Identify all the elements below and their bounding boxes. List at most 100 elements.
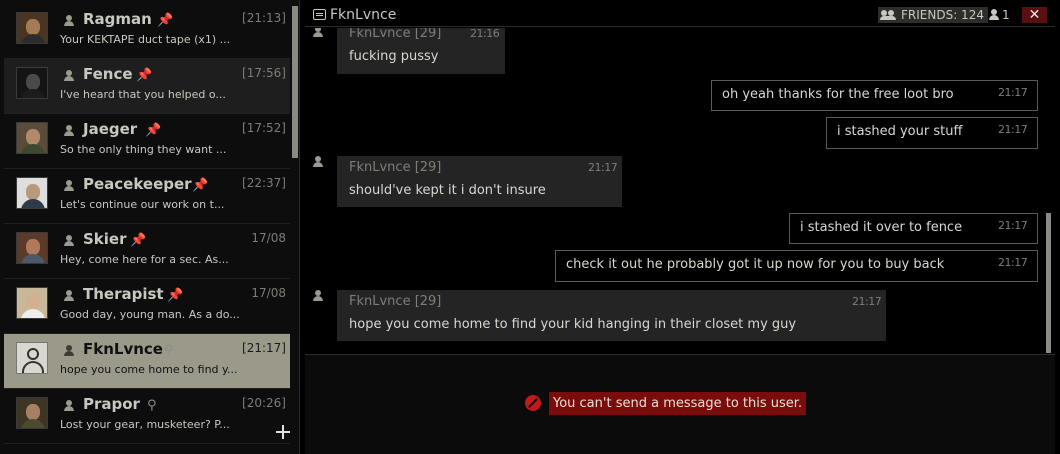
contact-time: [17:56] xyxy=(242,66,286,80)
message-time: 21:17 xyxy=(998,256,1028,269)
contact-name: Ragman xyxy=(83,10,152,28)
contact-fknlvnce[interactable]: FknLvnce ⚲ [21:17] hope you come home to… xyxy=(4,334,290,389)
contact-name: FknLvnce xyxy=(83,340,163,358)
message-text: check it out he probably got it up now f… xyxy=(566,257,945,272)
friends-label: FRIENDS: 124 xyxy=(901,8,984,22)
contact-preview: Good day, young man. As a do... xyxy=(60,308,240,321)
sender-icon xyxy=(313,290,323,301)
message-outgoing: oh yeah thanks for the free loot bro 21:… xyxy=(711,80,1038,111)
contact-time: 17/08 xyxy=(251,231,286,245)
contact-time: [22:37] xyxy=(242,176,286,190)
message-time: 21:17 xyxy=(998,219,1028,232)
person-icon xyxy=(989,9,999,20)
person-icon xyxy=(64,70,74,81)
person-icon xyxy=(64,345,74,356)
avatar-skier xyxy=(16,232,48,264)
message-text: i stashed it over to fence xyxy=(800,220,963,235)
contact-time: 17/08 xyxy=(251,286,286,300)
chat-scrollbar[interactable] xyxy=(1046,213,1051,353)
contact-name: Skier xyxy=(83,230,127,248)
contact-time: [21:13] xyxy=(242,11,286,25)
contact-list: Ragman 📌 [21:13] Your KEKTAPE duct tape … xyxy=(4,4,290,444)
message-time: 21:17 xyxy=(998,86,1028,99)
message-incoming: FknLvnce [29] 21:17 should've kept it i … xyxy=(337,156,622,207)
person-icon xyxy=(64,15,74,26)
message-outgoing: check it out he probably got it up now f… xyxy=(555,250,1038,282)
contact-preview: Hey, come here for a sec. As... xyxy=(60,253,229,266)
online-count: 1 xyxy=(1002,8,1010,22)
avatar-ragman xyxy=(16,12,48,44)
close-button[interactable]: ✕ xyxy=(1022,7,1047,23)
blocked-notice: You can't send a message to this user. xyxy=(549,392,807,415)
friends-icon xyxy=(880,10,899,20)
chat-header: FknLvnce FRIENDS: 124 1 ✕ xyxy=(305,5,1055,27)
message-sender: FknLvnce [29] xyxy=(349,160,442,175)
message-sender: FknLvnce [29] xyxy=(349,294,442,309)
chat-title: FknLvnce xyxy=(330,7,397,23)
person-icon xyxy=(64,125,74,136)
contact-preview: Let's continue our work on t... xyxy=(60,198,225,211)
pin-icon: 📌 xyxy=(157,13,174,28)
message-text: i stashed your stuff xyxy=(837,124,963,139)
message-incoming: FknLvnce [29] 21:16 fucking pussy xyxy=(337,28,505,74)
message-text: hope you come home to find your kid hang… xyxy=(349,317,797,332)
sender-icon xyxy=(313,28,323,37)
message-time: 21:17 xyxy=(852,295,882,308)
pin-icon: 📌 xyxy=(167,288,184,303)
pin-icon: 📌 xyxy=(145,123,162,138)
message-outgoing: i stashed your stuff 21:17 xyxy=(826,117,1038,149)
avatar-jaeger xyxy=(16,122,48,154)
contact-name: Peacekeeper xyxy=(83,175,192,193)
message-incoming: FknLvnce [29] 21:17 hope you come home t… xyxy=(337,290,886,341)
sender-icon xyxy=(313,156,323,167)
contact-peacekeeper[interactable]: Peacekeeper 📌 [22:37] Let's continue our… xyxy=(4,169,290,224)
sidebar-scrollbar[interactable] xyxy=(292,6,298,158)
message-time: 21:16 xyxy=(470,28,500,40)
message-text: fucking pussy xyxy=(349,49,439,64)
pin-muted-icon: ⚲ xyxy=(147,398,157,413)
avatar-therapist xyxy=(16,287,48,319)
message-list: FknLvnce [29] 21:16 fucking pussy oh yea… xyxy=(305,28,1055,353)
blocked-icon xyxy=(525,395,541,411)
contact-name: Fence xyxy=(83,65,133,83)
pin-muted-icon: ⚲ xyxy=(164,343,174,358)
pin-icon: 📌 xyxy=(136,68,153,83)
contact-prapor[interactable]: Prapor ⚲ [20:26] Lost your gear, muskete… xyxy=(4,389,290,444)
friends-counter[interactable]: FRIENDS: 124 xyxy=(878,7,988,23)
contact-skier[interactable]: Skier 📌 17/08 Hey, come here for a sec. … xyxy=(4,224,290,279)
person-icon xyxy=(64,235,74,246)
contact-fence[interactable]: Fence 📌 [17:56] I've heard that you help… xyxy=(4,59,290,114)
contact-jaeger[interactable]: Jaeger 📌 [17:52] So the only thing they … xyxy=(4,114,290,169)
person-icon xyxy=(64,400,74,411)
contact-preview: Lost your gear, musketeer? P... xyxy=(60,418,230,431)
contact-name: Jaeger xyxy=(83,120,138,138)
contact-time: [17:52] xyxy=(242,121,286,135)
contact-preview: So the only thing they want ... xyxy=(60,143,227,156)
message-time: 21:17 xyxy=(998,123,1028,136)
message-sender: FknLvnce [29] xyxy=(349,28,442,41)
contact-time: [21:17] xyxy=(242,341,286,355)
contact-preview: I've heard that you helped o... xyxy=(60,88,226,101)
contact-therapist[interactable]: Therapist 📌 17/08 Good day, young man. A… xyxy=(4,279,290,334)
contact-ragman[interactable]: Ragman 📌 [21:13] Your KEKTAPE duct tape … xyxy=(4,4,290,59)
message-outgoing: i stashed it over to fence 21:17 xyxy=(789,213,1038,244)
contacts-sidebar: Ragman 📌 [21:13] Your KEKTAPE duct tape … xyxy=(0,0,300,454)
avatar-peacekeeper xyxy=(16,177,48,209)
contact-preview: Your KEKTAPE duct tape (x1) ... xyxy=(60,33,231,46)
message-input-area: You can't send a message to this user. xyxy=(305,354,1055,454)
pin-icon: 📌 xyxy=(130,233,147,248)
contact-preview: hope you come home to find y... xyxy=(60,363,238,376)
avatar-default-icon xyxy=(16,342,48,374)
person-icon xyxy=(64,180,74,191)
pin-icon: 📌 xyxy=(192,178,209,193)
contact-name: Therapist xyxy=(83,285,164,303)
online-counter[interactable]: 1 xyxy=(989,7,1010,23)
add-friend-button[interactable] xyxy=(276,425,290,439)
message-time: 21:17 xyxy=(588,161,618,174)
avatar-prapor xyxy=(16,397,48,429)
chat-bubble-icon xyxy=(313,9,326,20)
contact-time: [20:26] xyxy=(242,396,286,410)
avatar-fence xyxy=(16,67,48,99)
message-text: should've kept it i don't insure xyxy=(349,183,546,198)
contact-name: Prapor xyxy=(83,395,140,413)
